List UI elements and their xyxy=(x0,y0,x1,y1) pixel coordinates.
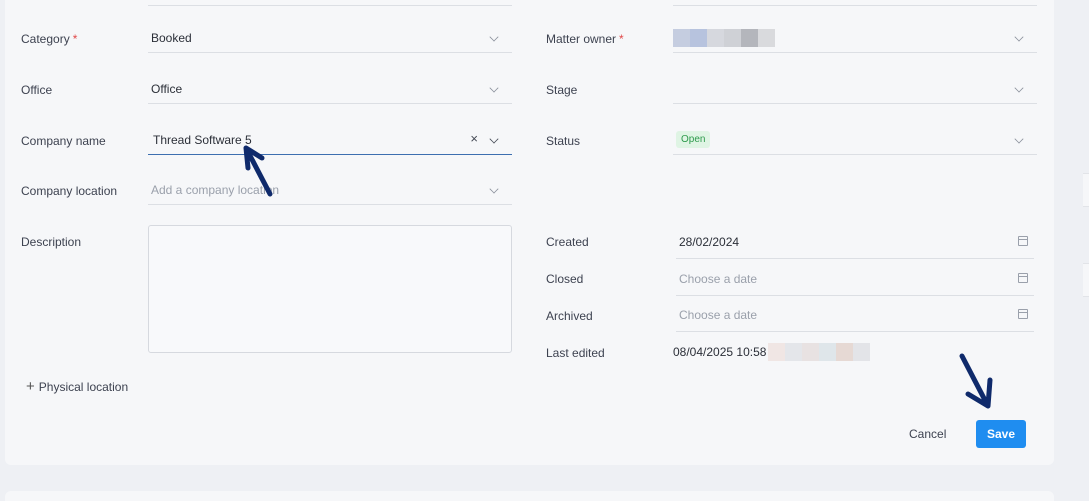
description-label: Description xyxy=(21,235,82,249)
company-name-label: Company name xyxy=(21,134,106,148)
divider xyxy=(148,5,512,6)
office-select[interactable]: Office xyxy=(148,74,512,104)
office-value: Office xyxy=(151,81,183,96)
chevron-down-icon[interactable] xyxy=(489,134,499,144)
company-location-label: Company location xyxy=(21,184,118,198)
status-select[interactable]: Open xyxy=(673,125,1037,155)
plus-icon: + xyxy=(26,378,35,395)
matter-owner-avatar-redacted xyxy=(673,28,775,47)
created-value: 28/02/2024 xyxy=(679,235,740,249)
chevron-down-icon[interactable] xyxy=(489,32,499,42)
office-label: Office xyxy=(21,83,53,97)
side-panel-stub xyxy=(1083,263,1089,297)
chevron-down-icon[interactable] xyxy=(1014,32,1024,42)
category-label: Category * xyxy=(21,32,78,46)
annotation-arrow-icon xyxy=(243,145,273,197)
category-select[interactable]: Booked xyxy=(148,23,512,53)
cancel-button[interactable]: Cancel xyxy=(900,424,955,444)
physical-location-label: Physical location xyxy=(38,379,129,394)
divider xyxy=(673,5,1037,6)
chevron-down-icon[interactable] xyxy=(489,83,499,93)
chevron-down-icon[interactable] xyxy=(1014,134,1024,144)
chevron-down-icon[interactable] xyxy=(489,184,499,194)
description-textarea[interactable] xyxy=(148,225,512,353)
company-name-select[interactable]: Thread Software 5 × xyxy=(148,125,512,155)
stage-label: Stage xyxy=(546,83,578,97)
created-label: Created xyxy=(546,235,589,249)
last-edited-info: 08/04/2025 10:58 xyxy=(673,343,871,361)
clear-icon[interactable]: × xyxy=(470,131,478,146)
company-name-value: Thread Software 5 xyxy=(153,132,252,147)
chevron-down-icon[interactable] xyxy=(1014,83,1024,93)
side-panel-stub xyxy=(1083,173,1089,207)
archived-placeholder: Choose a date xyxy=(679,308,758,322)
last-edited-user-redacted xyxy=(768,343,871,361)
archived-date-input[interactable]: Choose a date xyxy=(676,299,1034,332)
category-value: Booked xyxy=(151,30,192,45)
last-edited-label: Last edited xyxy=(546,346,605,360)
annotation-arrow-icon xyxy=(959,353,993,409)
archived-label: Archived xyxy=(546,309,593,323)
matter-owner-label: Matter owner * xyxy=(546,32,624,46)
calendar-icon[interactable] xyxy=(1018,273,1028,283)
status-badge: Open xyxy=(676,131,711,148)
closed-placeholder: Choose a date xyxy=(679,272,758,286)
calendar-icon[interactable] xyxy=(1018,309,1028,319)
last-edited-value: 08/04/2025 10:58 xyxy=(673,345,767,359)
closed-label: Closed xyxy=(546,272,584,286)
closed-date-input[interactable]: Choose a date xyxy=(676,263,1034,296)
add-physical-location-button[interactable]: + Physical location xyxy=(26,378,128,395)
save-button[interactable]: Save xyxy=(976,420,1026,448)
created-date-input[interactable]: 28/02/2024 xyxy=(676,226,1034,259)
calendar-icon[interactable] xyxy=(1018,236,1028,246)
company-location-select[interactable]: Add a company location xyxy=(148,175,512,205)
status-label: Status xyxy=(546,134,581,148)
next-card xyxy=(5,491,1054,501)
matter-owner-select[interactable] xyxy=(673,23,1037,53)
stage-select[interactable] xyxy=(673,74,1037,104)
